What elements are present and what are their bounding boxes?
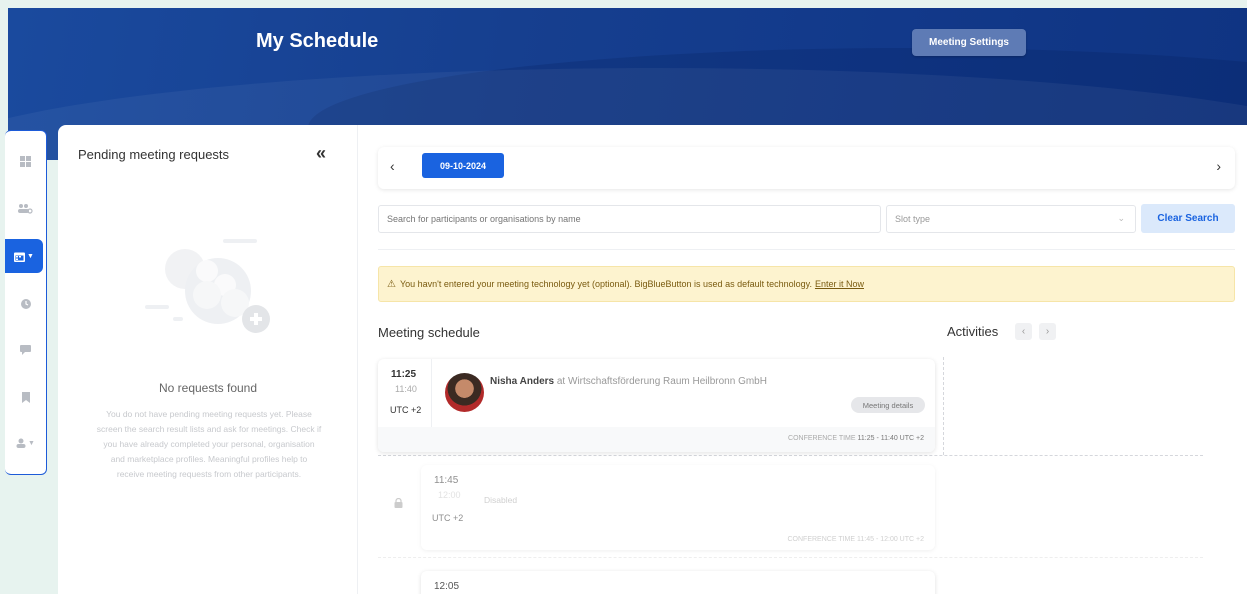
- prev-date-icon[interactable]: ‹: [390, 158, 395, 174]
- chevron-down-icon: ▼: [27, 252, 34, 260]
- meeting-timezone: UTC +2: [432, 513, 464, 523]
- chevron-down-icon: ▼: [28, 439, 35, 447]
- schedule-panel: ‹ 09-10-2024 › Slot type ⌄ Clear Search …: [357, 125, 1247, 594]
- participant-search-input[interactable]: [378, 205, 881, 233]
- side-navigation: ▼ ▼: [5, 130, 47, 475]
- meeting-timezone: UTC +2: [390, 405, 422, 415]
- warning-text: You havn't entered your meeting technolo…: [399, 279, 812, 289]
- org-prefix: at: [556, 376, 566, 387]
- activities-prev-icon[interactable]: ‹: [1015, 323, 1032, 340]
- warning-icon: ⚠: [387, 278, 396, 290]
- activities-next-icon[interactable]: ›: [1039, 323, 1056, 340]
- conference-time-label: CONFERENCE TIME: [788, 435, 856, 442]
- clear-search-button[interactable]: Clear Search: [1141, 204, 1235, 233]
- meeting-start-time: 11:45: [434, 475, 459, 486]
- page-title: My Schedule: [256, 30, 379, 52]
- empty-requests-illustration: [145, 239, 270, 333]
- meeting-schedule-title: Meeting schedule: [378, 325, 480, 340]
- pending-requests-title: Pending meeting requests: [78, 147, 230, 162]
- conference-time: CONFERENCE TIME 11:45 - 12:00 UTC +2: [421, 530, 935, 550]
- chat-icon[interactable]: [5, 338, 46, 362]
- next-date-icon[interactable]: ›: [1216, 158, 1221, 174]
- slot-separator: [378, 557, 1203, 558]
- activities-separator: [943, 357, 944, 455]
- slot-status: Disabled: [484, 495, 518, 505]
- bookmark-icon[interactable]: [5, 385, 46, 409]
- conference-time: CONFERENCE TIME 11:25 - 11:40 UTC +2: [378, 427, 935, 452]
- meeting-end-time: 12:00: [438, 490, 461, 500]
- conference-time-value: 11:45 - 12:00 UTC +2: [857, 536, 924, 543]
- participant-line: Nisha Anders at Wirtschaftsförderung Rau…: [490, 376, 767, 387]
- participant-organisation: Wirtschaftsförderung Raum Heilbronn GmbH: [568, 376, 767, 387]
- meeting-technology-warning: ⚠ You havn't entered your meeting techno…: [378, 266, 1235, 302]
- meeting-card[interactable]: 12:05: [421, 571, 935, 594]
- conference-time-label: CONFERENCE TIME: [787, 536, 856, 543]
- participant-avatar[interactable]: [445, 373, 484, 412]
- no-requests-title: No requests found: [158, 381, 258, 395]
- meeting-time-column: 11:25 11:40 UTC +2: [378, 359, 432, 427]
- pending-requests-panel: Pending meeting requests « No requests f…: [58, 125, 358, 594]
- dashboard-icon[interactable]: [5, 149, 46, 173]
- current-date-button[interactable]: 09-10-2024: [422, 153, 504, 178]
- slot-type-select[interactable]: Slot type ⌄: [886, 205, 1136, 233]
- disabled-slot-card: 11:45 12:00 UTC +2 Disabled CONFERENCE T…: [421, 465, 935, 550]
- date-navigator: ‹ 09-10-2024 ›: [378, 147, 1235, 189]
- meeting-settings-button[interactable]: Meeting Settings: [912, 29, 1026, 56]
- people-search-icon[interactable]: [5, 197, 46, 221]
- enter-it-now-link[interactable]: Enter it Now: [815, 279, 864, 289]
- meeting-card[interactable]: 11:25 11:40 UTC +2 Nisha Anders at Wirts…: [378, 359, 935, 452]
- meeting-start-time: 11:25: [391, 369, 417, 380]
- user-icon[interactable]: ▼: [5, 431, 46, 455]
- divider: [378, 249, 1235, 250]
- lock-icon: [394, 497, 403, 511]
- conference-time-value: 11:25 - 11:40 UTC +2: [857, 435, 924, 442]
- meeting-end-time: 11:40: [395, 384, 417, 394]
- collapse-icon[interactable]: «: [316, 143, 326, 164]
- meeting-details-button[interactable]: Meeting details: [851, 397, 925, 413]
- chevron-down-icon: ⌄: [1117, 213, 1125, 223]
- slot-type-placeholder: Slot type: [895, 214, 931, 224]
- participant-name[interactable]: Nisha Anders: [490, 376, 554, 387]
- clock-icon[interactable]: [5, 292, 46, 316]
- activities-title: Activities: [947, 324, 999, 339]
- meeting-start-time: 12:05: [434, 581, 460, 592]
- slot-separator: [378, 455, 1203, 456]
- calendar-icon[interactable]: ▼: [5, 239, 43, 273]
- no-requests-text: You do not have pending meeting requests…: [96, 409, 322, 479]
